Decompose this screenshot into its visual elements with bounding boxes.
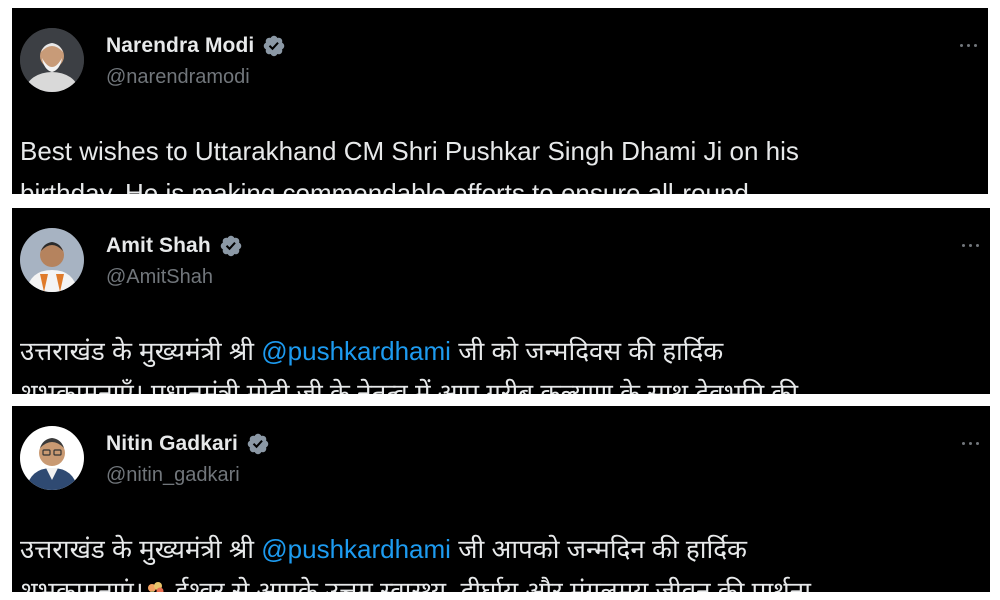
name-row: Nitin Gadkari — [106, 428, 270, 460]
tweet-header: Nitin Gadkari @nitin_gadkari — [106, 428, 270, 487]
screenshot-collage: Narendra Modi @narendramodi Best wishes … — [0, 0, 1000, 600]
tweet-card[interactable]: Nitin Gadkari @nitin_gadkari उत्तराखंड क… — [12, 406, 990, 592]
tweet-text: उत्तराखंड के मुख्यमंत्री श्री @pushkardh… — [20, 330, 970, 394]
display-name[interactable]: Nitin Gadkari — [106, 432, 238, 456]
avatar[interactable] — [20, 28, 84, 92]
tweet-text-line: birthday. He is making commendable effor… — [20, 178, 749, 194]
tweet-text-segment: उत्तराखंड के मुख्यमंत्री श्री — [20, 336, 262, 366]
tweet-text-line: शुभकामनाएं। ईश्वर से आपके उत्तम स्वास्थ्… — [20, 570, 970, 592]
more-options-icon[interactable] — [958, 438, 982, 448]
name-row: Amit Shah — [106, 230, 243, 262]
display-name[interactable]: Narendra Modi — [106, 34, 254, 58]
handle[interactable]: @narendramodi — [106, 66, 286, 89]
tweet-text: उत्तराखंड के मुख्यमंत्री श्री @pushkardh… — [20, 528, 970, 592]
verified-badge-icon — [220, 235, 241, 257]
tweet-header: Amit Shah @AmitShah — [106, 230, 243, 289]
bouquet-emoji-icon — [147, 582, 164, 592]
verified-badge-icon — [264, 35, 285, 57]
tweet-card[interactable]: Amit Shah @AmitShah उत्तराखंड के मुख्यमं… — [12, 208, 990, 394]
tweet-text-segment: शुभकामनाएं। — [20, 576, 144, 592]
tweet-text-segment: ईश्वर से आपके उत्तम स्वास्थ्य, दीर्घायु … — [175, 576, 811, 592]
tweet-card[interactable]: Narendra Modi @narendramodi Best wishes … — [12, 8, 988, 194]
tweet-text-line: शुभकामनाएँ। प्रधानमंत्री मोदी जी के नेतृ… — [20, 378, 799, 394]
verified-badge-icon — [247, 433, 269, 455]
handle[interactable]: @AmitShah — [106, 266, 243, 289]
more-options-icon[interactable] — [958, 240, 982, 250]
tweet-text-line: Best wishes to Uttarakhand CM Shri Pushk… — [20, 136, 799, 166]
tweet-text-segment: जी आपको जन्मदिन की हार्दिक — [450, 534, 747, 564]
handle[interactable]: @nitin_gadkari — [106, 464, 270, 487]
tweet-text-segment: उत्तराखंड के मुख्यमंत्री श्री — [20, 534, 262, 564]
tweet-text-line: उत्तराखंड के मुख्यमंत्री श्री @pushkardh… — [20, 330, 970, 372]
name-row: Narendra Modi — [106, 30, 286, 62]
mention-link[interactable]: @pushkardhami — [261, 336, 451, 366]
more-options-icon[interactable] — [956, 40, 980, 50]
display-name[interactable]: Amit Shah — [106, 234, 211, 258]
tweet-text-segment: जी को जन्मदिवस की हार्दिक — [450, 336, 724, 366]
tweet-header: Narendra Modi @narendramodi — [106, 30, 286, 89]
avatar[interactable] — [20, 228, 84, 292]
tweet-text: Best wishes to Uttarakhand CM Shri Pushk… — [20, 130, 970, 194]
tweet-text-line: उत्तराखंड के मुख्यमंत्री श्री @pushkardh… — [20, 528, 970, 570]
avatar[interactable] — [20, 426, 84, 490]
mention-link[interactable]: @pushkardhami — [261, 534, 451, 564]
